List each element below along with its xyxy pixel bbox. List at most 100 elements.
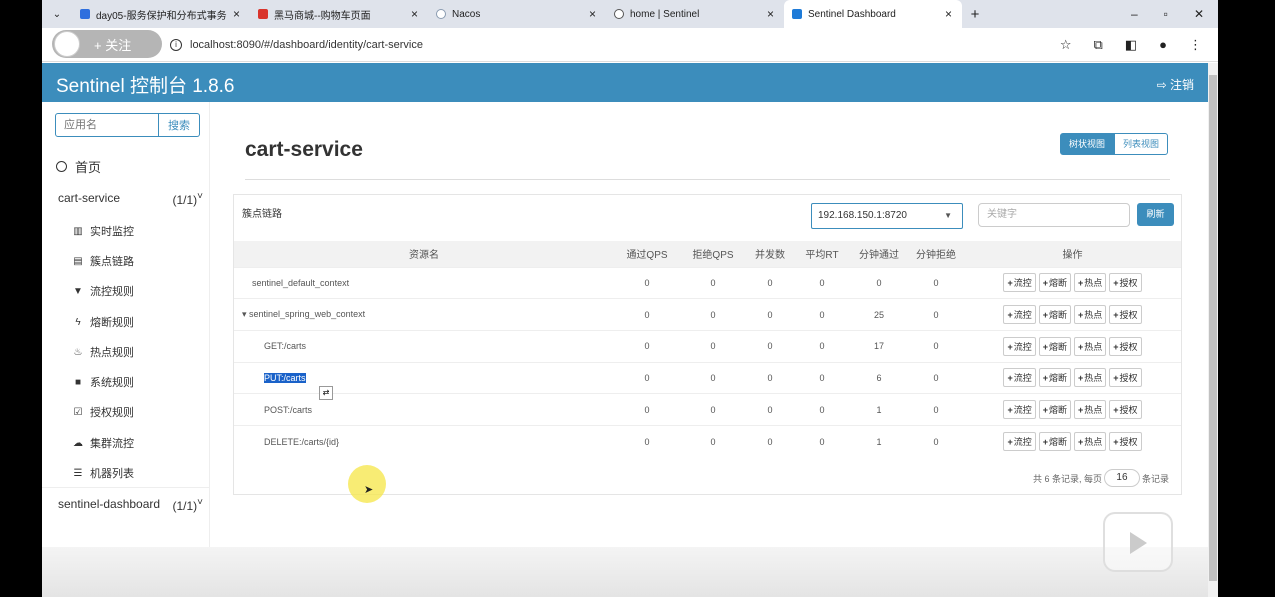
tree-view-button[interactable]: 树状视图 bbox=[1060, 133, 1115, 155]
hotspot-rule-button[interactable]: +热点 bbox=[1074, 432, 1107, 452]
sidebar-item-authority-rules[interactable]: ☑ 授权规则 bbox=[72, 404, 134, 420]
close-window-icon[interactable]: ✕ bbox=[1194, 7, 1204, 21]
profile-icon[interactable]: ● bbox=[1159, 37, 1167, 53]
metric-cell: 0 bbox=[794, 329, 850, 363]
extensions-icon[interactable]: ⧉ bbox=[1094, 37, 1103, 53]
sidebar-item-resource-chain[interactable]: ▤ 簇点链路 bbox=[72, 253, 134, 269]
close-tab-icon[interactable]: × bbox=[945, 7, 952, 21]
authority-rule-button[interactable]: +授权 bbox=[1109, 400, 1142, 420]
site-info-icon[interactable]: i bbox=[170, 38, 182, 51]
flow-rule-button[interactable]: +流控 bbox=[1003, 368, 1036, 388]
browser-tab[interactable]: day05-服务保护和分布式事务 × bbox=[72, 0, 250, 28]
authority-rule-button[interactable]: +授权 bbox=[1109, 368, 1142, 388]
sidebar-app-cart-service[interactable]: cart-service (1/1)˅ bbox=[58, 191, 203, 207]
app-search-button[interactable]: 搜索 bbox=[159, 113, 200, 137]
app-search-input[interactable] bbox=[55, 113, 159, 137]
plus-icon: + bbox=[1042, 341, 1048, 352]
flow-rule-button[interactable]: +流控 bbox=[1003, 273, 1036, 293]
column-header: 拒绝QPS bbox=[680, 241, 746, 267]
sidebar-item-hotspot-rules[interactable]: ♨ 热点规则 bbox=[72, 344, 134, 360]
flow-rule-button[interactable]: +流控 bbox=[1003, 336, 1036, 356]
logout-link[interactable]: ⇨ 注销 bbox=[1157, 76, 1194, 93]
metric-cell: 0 bbox=[614, 361, 680, 394]
tab-title: home | Sentinel bbox=[630, 8, 700, 20]
flow-rule-button[interactable]: +流控 bbox=[1003, 400, 1036, 420]
minimize-icon[interactable]: – bbox=[1131, 7, 1138, 21]
bolt-icon: ϟ bbox=[75, 316, 81, 328]
table-row: DELETE:/carts/{id} 0 0 0 0 1 0 +流控 +熔断 +热点 +授权 bbox=[234, 424, 1181, 458]
close-tab-icon[interactable]: × bbox=[589, 7, 596, 21]
expand-toggle-icon[interactable]: ▾ bbox=[242, 309, 249, 319]
follow-overlay[interactable]: + 关注 bbox=[52, 30, 162, 58]
plus-icon: + bbox=[1078, 437, 1084, 448]
page-size-input[interactable]: 16 bbox=[1103, 469, 1140, 487]
sidebar-item-cluster-flow[interactable]: ☁ 集群流控 bbox=[72, 435, 134, 451]
hotspot-rule-button[interactable]: +热点 bbox=[1074, 400, 1107, 420]
authority-rule-button[interactable]: +授权 bbox=[1109, 432, 1142, 452]
hotspot-rule-button[interactable]: +热点 bbox=[1074, 305, 1107, 325]
degrade-rule-button[interactable]: +熔断 bbox=[1038, 336, 1071, 356]
avatar bbox=[54, 31, 80, 57]
sidebar-item-home[interactable]: 首页 bbox=[56, 157, 101, 176]
sidebar-item-realtime-monitor[interactable]: ▥ 实时监控 bbox=[72, 223, 134, 239]
action-label: 流控 bbox=[1013, 341, 1032, 352]
metric-cell: 1 bbox=[850, 424, 908, 458]
authority-rule-button[interactable]: +授权 bbox=[1109, 273, 1142, 293]
degrade-rule-button[interactable]: +熔断 bbox=[1038, 305, 1071, 325]
sidebar-item-flow-rules[interactable]: ▼ 流控规则 bbox=[72, 283, 134, 299]
authority-rule-button[interactable]: +授权 bbox=[1109, 305, 1142, 325]
hotspot-rule-button[interactable]: +热点 bbox=[1074, 336, 1107, 356]
new-tab-icon[interactable]: + bbox=[962, 6, 988, 23]
page-scrollbar[interactable] bbox=[1208, 63, 1218, 597]
hotspot-rule-button[interactable]: +热点 bbox=[1074, 368, 1107, 388]
browser-tab[interactable]: 黑马商城--购物车页面 × bbox=[250, 0, 428, 28]
authority-rule-button[interactable]: +授权 bbox=[1109, 336, 1142, 356]
action-label: 热点 bbox=[1084, 341, 1103, 352]
plus-icon: + bbox=[1042, 278, 1048, 289]
browser-tab-active[interactable]: Sentinel Dashboard × bbox=[784, 0, 962, 28]
close-tab-icon[interactable]: × bbox=[767, 7, 774, 21]
logout-label: 注销 bbox=[1169, 78, 1194, 92]
degrade-rule-button[interactable]: +熔断 bbox=[1038, 432, 1071, 452]
degrade-rule-button[interactable]: +熔断 bbox=[1038, 368, 1071, 388]
flow-rule-button[interactable]: +流控 bbox=[1003, 432, 1036, 452]
star-icon[interactable]: ☆ bbox=[1060, 37, 1072, 53]
list-view-button[interactable]: 列表视图 bbox=[1114, 133, 1169, 155]
brand-title[interactable]: Sentinel 控制台 1.8.6 bbox=[56, 71, 234, 98]
degrade-rule-button[interactable]: +熔断 bbox=[1038, 273, 1071, 293]
sidepanel-icon[interactable]: ◧ bbox=[1125, 37, 1137, 53]
browser-tab[interactable]: Nacos × bbox=[428, 0, 606, 28]
menu-kebab-icon[interactable]: ⋮ bbox=[1189, 37, 1202, 53]
metric-cell: 0 bbox=[746, 298, 794, 331]
flow-rule-button[interactable]: +流控 bbox=[1003, 305, 1036, 325]
tab-search-chevron-icon[interactable]: ⌄ bbox=[42, 9, 72, 20]
scrollbar-thumb[interactable] bbox=[1209, 75, 1217, 581]
metric-cell: 1 bbox=[850, 393, 908, 426]
degrade-rule-button[interactable]: +熔断 bbox=[1038, 400, 1071, 420]
sidebar-item-label: 熔断规则 bbox=[90, 317, 134, 329]
url-text: localhost:8090/#/dashboard/identity/cart… bbox=[190, 38, 423, 51]
sidebar-item-degrade-rules[interactable]: ϟ 熔断规则 bbox=[72, 314, 134, 330]
sidebar-divider bbox=[42, 487, 210, 488]
refresh-button[interactable]: 刷新 bbox=[1137, 203, 1174, 226]
keyword-input[interactable]: 关键字 bbox=[978, 203, 1130, 227]
browser-tab[interactable]: home | Sentinel × bbox=[606, 0, 784, 28]
action-label: 熔断 bbox=[1048, 341, 1067, 352]
video-play-icon[interactable] bbox=[1103, 512, 1173, 572]
table-row: GET:/carts 0 0 0 0 17 0 +流控 +熔断 +热点 +授权 bbox=[234, 329, 1181, 363]
sidebar-app-sentinel-dashboard[interactable]: sentinel-dashboard (1/1)˅ bbox=[58, 497, 203, 513]
column-header: 分钟拒绝 bbox=[908, 241, 964, 267]
sidebar-item-machine-list[interactable]: ☰ 机器列表 bbox=[72, 465, 134, 481]
resource-name-cell: POST:/carts bbox=[234, 393, 614, 426]
column-header: 通过QPS bbox=[614, 241, 680, 267]
url-field[interactable]: i localhost:8090/#/dashboard/identity/ca… bbox=[170, 38, 423, 51]
close-tab-icon[interactable]: × bbox=[233, 7, 240, 21]
sidebar-item-system-rules[interactable]: ■ 系统规则 bbox=[72, 374, 134, 390]
restore-icon[interactable]: ▫ bbox=[1164, 7, 1168, 21]
hotspot-rule-button[interactable]: +热点 bbox=[1074, 273, 1107, 293]
close-tab-icon[interactable]: × bbox=[411, 7, 418, 21]
metric-cell: 0 bbox=[794, 393, 850, 426]
machine-select[interactable]: 192.168.150.1:8720 ▼ bbox=[811, 203, 963, 229]
plus-icon: + bbox=[1113, 373, 1119, 384]
pager-suffix: 条记录 bbox=[1141, 473, 1169, 484]
